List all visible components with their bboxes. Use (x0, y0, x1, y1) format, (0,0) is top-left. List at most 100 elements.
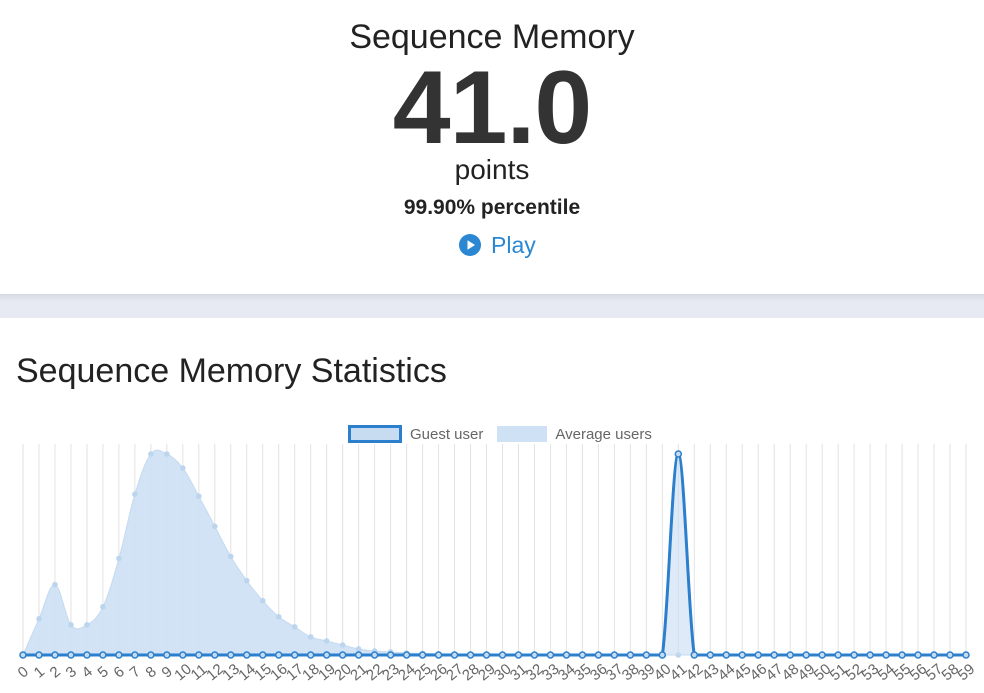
chart-legend: Guest user Average users (348, 424, 666, 444)
average-users-point-13 (227, 553, 234, 560)
guest-user-point-11 (195, 651, 203, 659)
section-divider (0, 294, 984, 318)
statistics-section: Sequence Memory Statistics Guest user Av… (0, 318, 984, 693)
average-users-point-20 (339, 642, 346, 648)
guest-user-point-59 (962, 651, 970, 659)
guest-user-point-19 (322, 651, 331, 659)
average-users-point-3 (68, 622, 74, 628)
guest-user-point-44 (722, 651, 731, 659)
guest-user-point-8 (147, 651, 155, 659)
guest-user-point-54 (882, 651, 890, 659)
guest-user-point-10 (179, 651, 187, 659)
guest-user-point-5 (99, 651, 107, 659)
guest-user-point-3 (67, 651, 75, 659)
guest-user-point-31 (514, 651, 523, 659)
score-value: 41.0 (392, 50, 592, 166)
guest-user-point-21 (354, 651, 363, 659)
guest-user-point-18 (306, 651, 315, 659)
guest-user-point-26 (434, 651, 443, 659)
average-users-point-17 (291, 624, 298, 630)
guest-user-point-51 (834, 651, 842, 659)
guest-user-point-58 (946, 651, 954, 659)
average-users-point-19 (323, 638, 330, 644)
guest-user-point-9 (163, 651, 171, 659)
legend-label-guest: Guest user (410, 425, 484, 443)
average-users-point-5 (100, 603, 106, 610)
guest-user-point-36 (594, 651, 603, 659)
average-users-point-4 (84, 622, 90, 628)
play-circle-icon (459, 234, 481, 256)
result-panel: Sequence Memory 41.0 points 99.90% perce… (0, 0, 984, 294)
average-users-point-18 (307, 634, 314, 640)
guest-user-point-43 (706, 651, 715, 659)
guest-user-point-37 (610, 651, 619, 659)
average-users-point-1 (36, 616, 42, 622)
legend-swatch-average (497, 426, 548, 442)
guest-user-point-28 (466, 651, 475, 659)
average-users-point-11 (196, 493, 202, 500)
guest-user-point-1 (35, 651, 43, 659)
guest-user-point-53 (866, 651, 874, 659)
guest-user-point-30 (498, 651, 507, 659)
guest-user-point-50 (818, 651, 826, 659)
average-users-point-16 (275, 614, 282, 620)
x-tick-label-1: 1 (31, 663, 48, 681)
guest-user-point-17 (290, 651, 299, 659)
guest-user-point-49 (802, 651, 810, 659)
guest-user-point-29 (482, 651, 491, 659)
x-tick-label-7: 7 (127, 663, 144, 681)
x-tick-label-4: 4 (79, 663, 96, 681)
guest-user-point-25 (418, 651, 427, 659)
x-tick-label-2: 2 (47, 663, 64, 681)
average-users-point-10 (180, 465, 186, 471)
average-users-point-15 (259, 597, 266, 604)
legend-item-average[interactable]: Average users (497, 426, 652, 443)
guest-user-point-6 (115, 651, 123, 659)
guest-user-point-7 (131, 651, 139, 659)
average-users-point-21 (355, 646, 362, 652)
guest-user-point-40 (658, 651, 667, 659)
x-tick-label-8: 8 (143, 663, 160, 681)
guest-user-point-15 (258, 651, 267, 659)
average-users-point-7 (132, 491, 138, 497)
x-tick-label-6: 6 (111, 663, 128, 681)
guest-user-point-16 (274, 651, 283, 659)
x-tick-label-59: 59 (954, 661, 978, 685)
guest-user-point-45 (738, 651, 746, 659)
legend-item-guest[interactable]: Guest user (348, 425, 483, 443)
x-tick-label-3: 3 (63, 663, 80, 681)
play-button[interactable]: Play (459, 230, 536, 260)
guest-user-point-52 (850, 651, 858, 659)
average-users-area (22, 449, 966, 656)
score-distribution-chart: 0123456789101112131415161718192021222324… (15, 444, 978, 685)
guest-user-point-35 (578, 651, 587, 659)
guest-user-point-24 (402, 651, 411, 659)
guest-user-point-22 (370, 651, 379, 659)
guest-user-point-55 (898, 651, 906, 659)
guest-user-point-13 (227, 651, 235, 659)
guest-user-point-23 (386, 651, 395, 659)
guest-user-point-42 (690, 651, 699, 659)
guest-user-point-47 (770, 651, 778, 659)
guest-user-point-0 (19, 651, 27, 659)
guest-user-point-32 (530, 651, 539, 659)
guest-user-point-57 (930, 651, 938, 659)
guest-user-point-33 (546, 651, 555, 659)
guest-user-point-34 (562, 651, 571, 659)
guest-user-point-2 (51, 651, 59, 659)
average-users-point-9 (164, 451, 170, 457)
guest-user-point-14 (243, 651, 251, 659)
guest-user-point-46 (754, 651, 762, 659)
statistics-heading: Sequence Memory Statistics (16, 352, 447, 390)
guest-user-point-38 (626, 651, 635, 659)
legend-swatch-guest (348, 425, 402, 443)
guest-user-point-12 (211, 651, 219, 659)
guest-user-point-4 (83, 651, 91, 659)
average-users-point-6 (116, 555, 122, 562)
x-tick-label-0: 0 (15, 663, 32, 681)
guest-user-point-39 (642, 651, 651, 659)
guest-user-point-56 (914, 651, 922, 659)
guest-user-point-20 (338, 651, 347, 659)
average-users-point-14 (243, 577, 250, 584)
play-label: Play (491, 231, 536, 258)
